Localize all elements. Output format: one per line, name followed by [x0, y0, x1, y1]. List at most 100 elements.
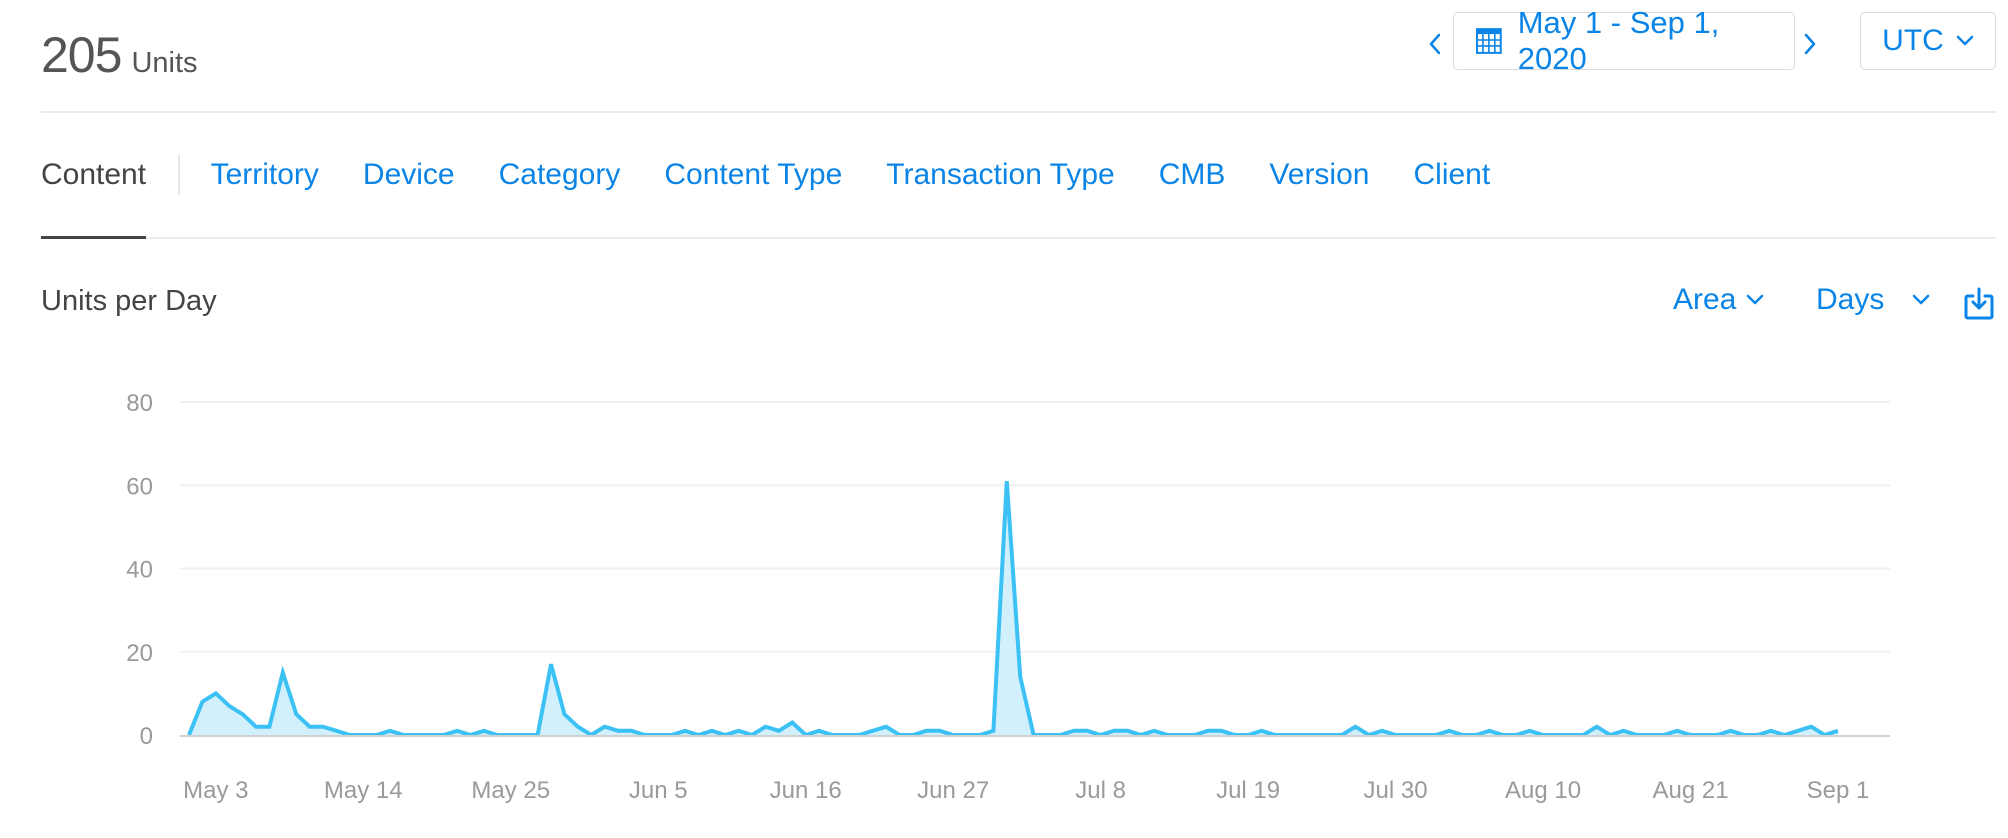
data-point — [509, 733, 513, 737]
date-range-label: May 1 - Sep 1, 2020 — [1517, 5, 1720, 76]
data-point — [1032, 733, 1036, 737]
data-point — [1662, 733, 1666, 737]
y-tick-label: 60 — [126, 473, 153, 500]
tab-transaction-type[interactable]: Transaction Type — [886, 158, 1114, 192]
total-units: 205 Units — [41, 26, 198, 84]
data-point — [924, 729, 928, 733]
data-point — [777, 729, 781, 733]
tab-territory[interactable]: Territory — [211, 158, 319, 192]
period-label: Days — [1816, 283, 1885, 316]
tab-content-type[interactable]: Content Type — [664, 158, 842, 192]
data-point — [187, 733, 191, 737]
data-point — [495, 733, 499, 737]
date-range-picker[interactable]: May 1 - Sep 1, 2020 — [1453, 5, 1795, 76]
data-point — [911, 733, 915, 737]
data-point — [831, 733, 835, 737]
tab-content[interactable]: Content — [41, 158, 146, 192]
data-point — [549, 662, 553, 666]
calendar-icon — [1476, 28, 1502, 54]
x-tick-label: Aug 21 — [1652, 777, 1728, 804]
x-tick-label: May 25 — [471, 777, 550, 804]
data-point — [388, 729, 392, 733]
data-point — [1809, 725, 1813, 729]
data-point — [200, 700, 204, 704]
chart-gridlines — [180, 401, 1890, 653]
data-point — [1675, 729, 1679, 733]
total-units-label: Units — [131, 47, 198, 79]
data-point — [281, 671, 285, 675]
tab-cmb[interactable]: CMB — [1159, 158, 1226, 192]
data-point — [938, 729, 942, 733]
data-point — [308, 725, 312, 729]
data-point — [1192, 733, 1196, 737]
data-point — [965, 733, 969, 737]
chart-title: Units per Day — [41, 285, 217, 317]
data-point — [1487, 729, 1491, 733]
total-units-value: 205 — [41, 27, 122, 83]
data-point — [214, 691, 218, 695]
data-point — [871, 729, 875, 733]
data-point — [1179, 733, 1183, 737]
data-point — [294, 712, 298, 716]
data-point — [629, 729, 633, 733]
data-point — [1769, 729, 1773, 733]
tab-category[interactable]: Category — [499, 158, 621, 192]
data-point — [1648, 733, 1652, 737]
data-point — [844, 733, 848, 737]
tab-device[interactable]: Device — [363, 158, 455, 192]
download-button[interactable] — [1964, 286, 1994, 320]
data-point — [603, 725, 607, 729]
data-point — [428, 733, 432, 737]
data-point — [670, 733, 674, 737]
tab-version[interactable]: Version — [1269, 158, 1369, 192]
data-point — [1166, 733, 1170, 737]
data-point — [589, 733, 593, 737]
tabs-divider — [41, 237, 1996, 239]
chevron-down-icon — [1956, 35, 1974, 46]
dimension-tabs: Content Territory Device Category Conten… — [41, 155, 1534, 195]
timezone-dropdown[interactable]: UTC — [1860, 12, 1996, 70]
data-point — [1005, 479, 1009, 483]
x-tick-label: Sep 1 — [1807, 777, 1870, 804]
tab-client[interactable]: Client — [1413, 158, 1490, 192]
y-axis-ticks: 0 20 40 60 80 — [126, 390, 153, 750]
data-point — [1554, 733, 1558, 737]
chart-type-dropdown[interactable]: Area — [1673, 283, 1764, 317]
data-point — [1273, 733, 1277, 737]
data-point — [1461, 733, 1465, 737]
y-tick-label: 0 — [140, 723, 153, 750]
data-point — [643, 733, 647, 737]
data-point — [1246, 733, 1250, 737]
x-tick-label: Jun 5 — [629, 777, 688, 804]
data-point — [951, 733, 955, 737]
data-point — [1742, 733, 1746, 737]
data-point — [1286, 733, 1290, 737]
data-point — [710, 729, 714, 733]
data-point — [375, 733, 379, 737]
data-point — [750, 733, 754, 737]
data-point — [415, 733, 419, 737]
data-point — [1099, 733, 1103, 737]
data-point — [348, 733, 352, 737]
data-point — [991, 729, 995, 733]
active-tab-indicator — [41, 236, 146, 239]
data-point — [1313, 733, 1317, 737]
data-point — [656, 733, 660, 737]
data-point — [1595, 725, 1599, 729]
data-point — [1058, 733, 1062, 737]
data-point — [227, 704, 231, 708]
data-point — [1327, 733, 1331, 737]
chevron-down-icon — [1747, 294, 1764, 305]
period-dropdown[interactable]: Days — [1816, 283, 1930, 317]
data-point — [978, 733, 982, 737]
next-period-button[interactable] — [1803, 28, 1817, 62]
data-point — [1420, 733, 1424, 737]
previous-period-button[interactable] — [1428, 28, 1442, 62]
data-point — [1300, 733, 1304, 737]
data-point — [1756, 733, 1760, 737]
data-point — [1528, 729, 1532, 733]
data-point — [616, 729, 620, 733]
data-point — [1447, 729, 1451, 733]
data-point — [1018, 675, 1022, 679]
tab-separator — [178, 155, 180, 195]
